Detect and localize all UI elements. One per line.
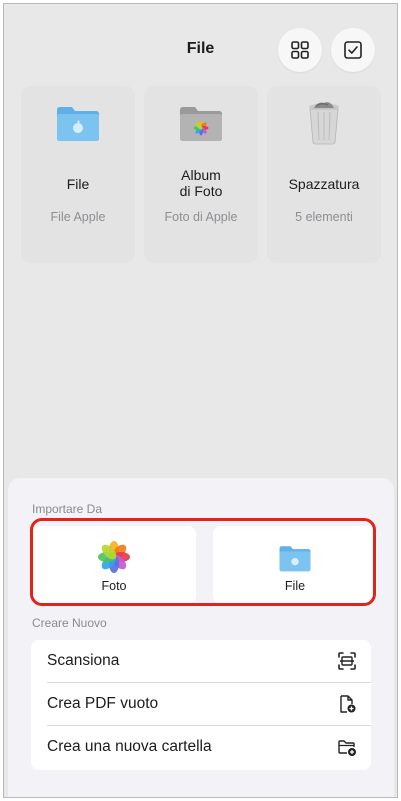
row-label: Crea una nuova cartella: [47, 738, 212, 755]
location-subtitle: File Apple: [50, 210, 106, 224]
location-name-line2: di Foto: [179, 183, 223, 199]
trash-icon: [267, 100, 381, 146]
grid-icon: [291, 41, 309, 59]
location-subtitle: Foto di Apple: [164, 210, 238, 224]
new-folder-icon: [338, 740, 356, 756]
import-option-label: File: [284, 579, 306, 593]
photos-folder-icon: [144, 104, 258, 142]
select-button[interactable]: [331, 28, 375, 72]
create-section-label: Creare Nuovo: [32, 616, 107, 630]
location-card-files[interactable]: File File Apple: [21, 86, 135, 263]
photos-app-icon: [32, 540, 196, 574]
create-options-list: Scansiona Crea PDF vuoto Crea una nuova: [31, 640, 371, 770]
scan-button[interactable]: Scansiona: [31, 640, 371, 682]
location-name-line1: Album: [181, 167, 221, 183]
grid-view-button[interactable]: [278, 28, 322, 72]
apple-folder-icon: [21, 104, 135, 142]
import-photos-button[interactable]: Foto: [32, 526, 196, 604]
import-files-button[interactable]: File: [213, 526, 377, 604]
screen: File File File Apple Album di Foto Foto …: [3, 3, 398, 798]
location-name: File: [66, 176, 90, 192]
checkmark-square-icon: [344, 41, 362, 59]
location-card-trash[interactable]: Spazzatura 5 elementi: [267, 86, 381, 263]
create-new-folder-button[interactable]: Crea una nuova cartella: [31, 726, 371, 768]
location-subtitle: 5 elementi: [295, 210, 353, 224]
row-label: Scansiona: [47, 652, 120, 669]
import-option-label: Foto: [101, 579, 127, 593]
location-card-photo-album[interactable]: Album di Foto Foto di Apple: [144, 86, 258, 263]
new-document-icon: [340, 695, 356, 713]
location-name: Spazzatura: [288, 176, 360, 192]
action-sheet: Importare Da Foto File Creare Nuovo Scan…: [8, 478, 394, 797]
create-empty-pdf-button[interactable]: Crea PDF vuoto: [31, 683, 371, 725]
scan-icon: [338, 652, 356, 670]
location-name: Album di Foto: [144, 167, 258, 199]
row-label: Crea PDF vuoto: [47, 695, 159, 712]
import-section-label: Importare Da: [32, 502, 103, 516]
files-folder-icon: [213, 544, 377, 572]
